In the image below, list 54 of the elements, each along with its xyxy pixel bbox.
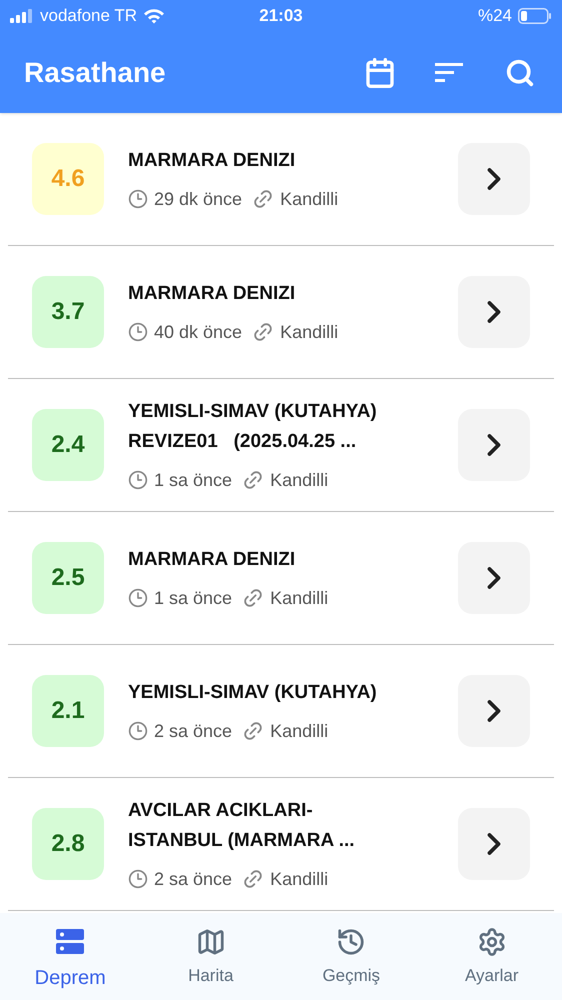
details-button[interactable] bbox=[458, 542, 530, 614]
server-icon bbox=[56, 928, 84, 956]
battery-icon bbox=[518, 8, 552, 24]
source-name: Kandilli bbox=[270, 468, 328, 492]
location-title: YEMISLI-SIMAV (KUTAHYA) bbox=[128, 680, 378, 704]
details-button[interactable] bbox=[458, 808, 530, 880]
settings-icon bbox=[476, 927, 507, 957]
time-ago: 1 sa önce bbox=[154, 586, 232, 610]
details-button[interactable] bbox=[458, 675, 530, 747]
magnitude-badge: 4.6 bbox=[32, 143, 104, 215]
battery-percent: %24 bbox=[478, 5, 512, 28]
details-button[interactable] bbox=[458, 143, 530, 215]
nav-tab[interactable]: Geçmiş bbox=[281, 925, 422, 988]
history-icon bbox=[336, 927, 366, 957]
location-title: MARMARA DENIZI bbox=[128, 148, 296, 172]
clock-icon bbox=[128, 322, 148, 342]
time-ago: 1 sa önce bbox=[154, 468, 232, 492]
time-ago: 2 sa önce bbox=[154, 868, 232, 890]
clock-icon bbox=[128, 588, 148, 608]
magnitude-badge: 2.1 bbox=[32, 675, 104, 747]
time-ago: 2 sa önce bbox=[154, 720, 232, 742]
time-ago: 40 dk önce bbox=[154, 320, 242, 344]
source-name: Kandilli bbox=[270, 868, 328, 890]
calendar-icon bbox=[364, 56, 396, 88]
magnitude-badge: 3.7 bbox=[32, 276, 104, 348]
carrier-name: vodafone TR bbox=[40, 5, 138, 28]
status-time: 21:03 bbox=[258, 5, 304, 28]
clock-icon bbox=[128, 470, 148, 490]
location-title: AVCILAR ACIKLARI- ISTANBUL (MARMARA ... bbox=[128, 798, 356, 852]
location-title: MARMARA DENIZI bbox=[128, 282, 296, 306]
details-button[interactable] bbox=[458, 276, 530, 348]
magnitude-badge: 2.8 bbox=[32, 808, 104, 880]
search-icon bbox=[505, 58, 535, 88]
clock-icon bbox=[128, 189, 148, 209]
source-name: Kandilli bbox=[280, 188, 338, 210]
nav-tab[interactable]: Ayarlar bbox=[422, 925, 562, 988]
source-name: Kandilli bbox=[270, 720, 328, 742]
details-button[interactable] bbox=[458, 409, 530, 481]
location-title: MARMARA DENIZI bbox=[128, 548, 296, 572]
signal-icon bbox=[10, 9, 34, 23]
magnitude-badge: 2.5 bbox=[32, 542, 104, 614]
nav-tab[interactable]: Harita bbox=[140, 925, 281, 988]
time-ago: 29 dk önce bbox=[154, 188, 242, 210]
clock-icon bbox=[128, 869, 148, 889]
nav-tab[interactable]: Deprem bbox=[0, 925, 140, 993]
app-title: Rasathane bbox=[24, 56, 167, 90]
wifi-icon bbox=[143, 8, 166, 24]
location-title: YEMISLI-SIMAV (KUTAHYA) REVIZE01 (2025.04.25 ... bbox=[128, 400, 378, 454]
clock-icon bbox=[128, 721, 148, 741]
source-name: Kandilli bbox=[280, 320, 338, 344]
map-icon bbox=[196, 927, 226, 957]
sort-icon bbox=[435, 60, 465, 84]
source-name: Kandilli bbox=[270, 586, 328, 610]
magnitude-badge: 2.4 bbox=[32, 409, 104, 481]
